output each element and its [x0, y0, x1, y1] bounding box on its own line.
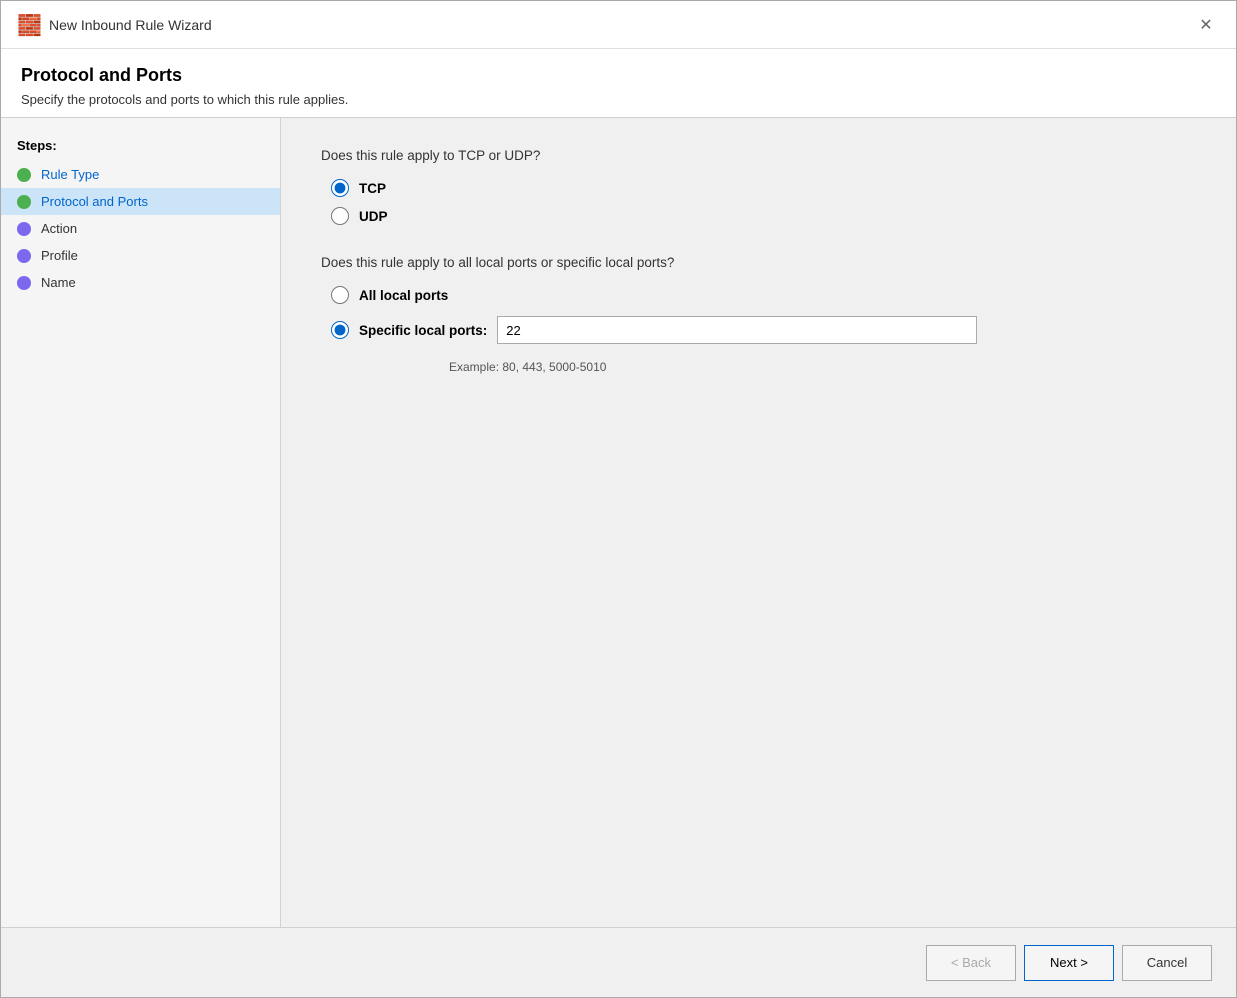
- dialog-window: 🧱 New Inbound Rule Wizard ✕ Protocol and…: [0, 0, 1237, 998]
- header-section: Protocol and Ports Specify the protocols…: [1, 49, 1236, 118]
- step-dot-name: [17, 276, 31, 290]
- title-bar: 🧱 New Inbound Rule Wizard ✕: [1, 1, 1236, 49]
- sidebar-item-action[interactable]: Action: [1, 215, 280, 242]
- step-label-profile: Profile: [41, 248, 78, 263]
- step-dot-rule-type: [17, 168, 31, 182]
- sidebar-item-rule-type[interactable]: Rule Type: [1, 161, 280, 188]
- footer: < Back Next > Cancel: [1, 927, 1236, 997]
- all-ports-label: All local ports: [359, 288, 448, 303]
- tcp-radio[interactable]: [331, 179, 349, 197]
- step-dot-profile: [17, 249, 31, 263]
- tcp-label: TCP: [359, 181, 386, 196]
- app-icon: 🧱: [17, 13, 41, 37]
- page-title: Protocol and Ports: [21, 65, 1216, 86]
- specific-ports-label: Specific local ports:: [359, 323, 487, 338]
- title-text: New Inbound Rule Wizard: [49, 17, 212, 33]
- steps-label: Steps:: [1, 134, 280, 161]
- step-label-rule-type: Rule Type: [41, 167, 99, 182]
- page-subtitle: Specify the protocols and ports to which…: [21, 92, 1216, 107]
- sidebar-item-profile[interactable]: Profile: [1, 242, 280, 269]
- ports-question: Does this rule apply to all local ports …: [321, 255, 1196, 270]
- tcp-option[interactable]: TCP: [331, 179, 1196, 197]
- all-ports-radio[interactable]: [331, 286, 349, 304]
- content-panel: Does this rule apply to TCP or UDP? TCP …: [281, 118, 1236, 927]
- udp-radio[interactable]: [331, 207, 349, 225]
- udp-option[interactable]: UDP: [331, 207, 1196, 225]
- steps-panel: Steps: Rule Type Protocol and Ports Acti…: [1, 118, 281, 927]
- protocol-question: Does this rule apply to TCP or UDP?: [321, 148, 1196, 163]
- specific-ports-radio[interactable]: [331, 321, 349, 339]
- main-content: Steps: Rule Type Protocol and Ports Acti…: [1, 118, 1236, 927]
- step-label-protocol-ports: Protocol and Ports: [41, 194, 148, 209]
- title-bar-left: 🧱 New Inbound Rule Wizard: [17, 13, 212, 37]
- close-button[interactable]: ✕: [1192, 11, 1220, 39]
- all-ports-option[interactable]: All local ports: [331, 286, 1196, 304]
- ports-radio-group: All local ports Specific local ports: Ex…: [321, 286, 1196, 374]
- protocol-radio-group: TCP UDP: [321, 179, 1196, 225]
- specific-ports-option[interactable]: Specific local ports:: [331, 321, 487, 339]
- back-button[interactable]: < Back: [926, 945, 1016, 981]
- ports-example-text: Example: 80, 443, 5000-5010: [449, 360, 1196, 374]
- sidebar-item-name[interactable]: Name: [1, 269, 280, 296]
- next-button[interactable]: Next >: [1024, 945, 1114, 981]
- specific-ports-input[interactable]: [497, 316, 977, 344]
- sidebar-item-protocol-ports[interactable]: Protocol and Ports: [1, 188, 280, 215]
- step-label-name: Name: [41, 275, 76, 290]
- cancel-button[interactable]: Cancel: [1122, 945, 1212, 981]
- step-dot-protocol-ports: [17, 195, 31, 209]
- udp-label: UDP: [359, 209, 388, 224]
- specific-ports-row: Specific local ports:: [331, 316, 1196, 344]
- step-label-action: Action: [41, 221, 77, 236]
- step-dot-action: [17, 222, 31, 236]
